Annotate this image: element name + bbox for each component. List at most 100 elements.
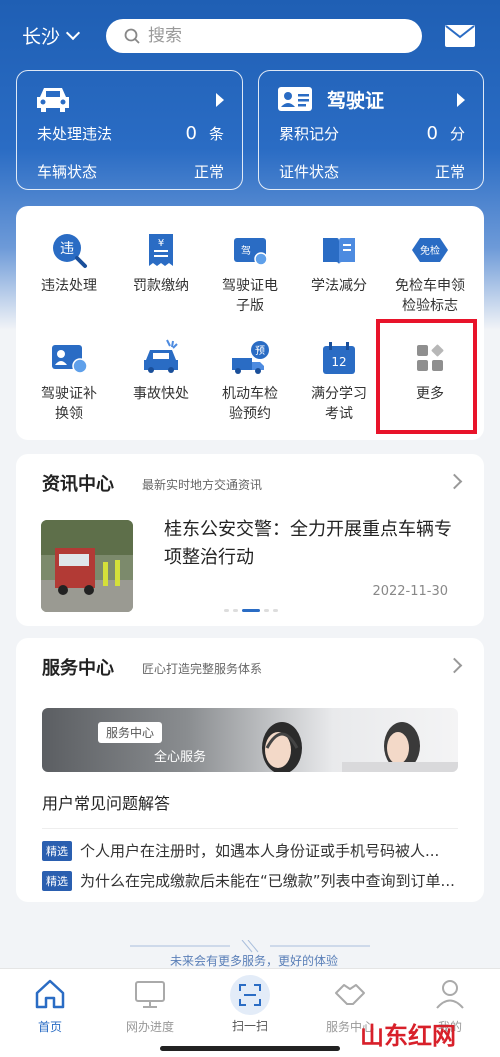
service-center-panel: 服务中心 匠心打造完整服务体系 服务中心 全心服务 用户常见问题解答 精选 个人… [16, 638, 484, 902]
home-indicator [160, 1046, 340, 1051]
service-fine-payment[interactable]: ¥ 罚款缴纳 [116, 230, 206, 296]
license-status-value: 正常 [434, 163, 465, 181]
news-center-title: 资讯中心 [42, 474, 114, 495]
service-label: 违法处理 [41, 278, 97, 294]
chevron-right-icon[interactable] [446, 657, 463, 674]
service-e-license[interactable]: 驾 驾驶证电 子版 [205, 230, 295, 316]
svg-text:预: 预 [255, 345, 265, 357]
vehicle-status-value: 正常 [193, 163, 224, 181]
slogan-text: 未来会有更多服务，更好的体验 [170, 954, 339, 968]
footer-slogan: 未来会有更多服务，更好的体验 [130, 940, 370, 970]
banner-text: 全心服务 [154, 750, 207, 765]
chevron-down-icon [65, 25, 81, 40]
carousel-dot [264, 609, 269, 612]
faq-title: 用户常见问题解答 [42, 794, 171, 813]
license-status-label: 证件状态 [279, 163, 340, 181]
license-icon [278, 87, 312, 111]
search-input[interactable] [148, 26, 368, 46]
id-card-swap-icon [52, 345, 88, 374]
arrow-right-icon [457, 93, 465, 107]
service-accident-quick[interactable]: 事故快处 [116, 338, 206, 404]
service-center-title: 服务中心 [42, 658, 114, 679]
news-date: 2022-11-30 [372, 584, 448, 599]
accumulated-points-label: 累积记分 [279, 125, 340, 143]
user-icon [436, 980, 464, 1009]
svg-text:违: 违 [60, 241, 74, 257]
faq-text: 为什么在完成缴款后未能在“已缴款”列表中查询到订单... [80, 872, 455, 890]
svg-text:12: 12 [331, 355, 346, 369]
service-label: 满分学习 [311, 386, 367, 402]
violation-card[interactable]: 未处理违法 0 条 车辆状态 正常 [16, 70, 243, 190]
receipt-icon: ¥ [149, 234, 173, 266]
svg-text:驾: 驾 [241, 245, 251, 257]
search-icon [124, 28, 140, 44]
tab-progress[interactable]: 网办进度 [110, 977, 190, 1035]
service-label: 罚款缴纳 [133, 278, 189, 294]
truck-booking-icon: 预 [232, 341, 269, 374]
banner-tag: 服务中心 [98, 722, 163, 743]
arrow-right-icon [216, 93, 224, 107]
count-unit: 条 [208, 125, 224, 143]
service-violation-handling[interactable]: 违 违法处理 [24, 230, 114, 296]
news-center-panel: 资讯中心 最新实时地方交通资讯 桂东公安交警：全力开展重点车辆专项整治行动 20… [16, 454, 484, 626]
service-full-score-study[interactable]: 12 满分学习 考试 [294, 338, 384, 424]
highlight-box [376, 319, 477, 434]
featured-tag: 精选 [42, 840, 72, 861]
monitor-icon [135, 981, 165, 1008]
service-label-line2: 检验标志 [402, 298, 458, 314]
license-title: 驾驶证 [327, 89, 385, 112]
points-unit: 分 [449, 125, 465, 143]
faq-item[interactable]: 精选 为什么在完成缴款后未能在“已缴款”列表中查询到订单... [42, 870, 456, 891]
search-bar[interactable] [106, 19, 422, 53]
e-license-icon: 驾 [234, 238, 268, 266]
news-center-subtitle: 最新实时地方交通资讯 [142, 478, 263, 492]
service-label-line2: 考试 [325, 406, 353, 422]
tab-label: 扫一扫 [231, 1019, 268, 1033]
city-selector[interactable]: 长沙 [22, 22, 81, 49]
news-thumbnail[interactable] [41, 520, 133, 612]
service-banner[interactable]: 服务中心 全心服务 [42, 708, 458, 772]
carousel-dot-active [242, 609, 260, 612]
mail-icon[interactable] [444, 24, 476, 48]
tab-home[interactable]: 首页 [10, 977, 90, 1035]
home-icon [35, 979, 65, 1009]
featured-tag: 精选 [42, 870, 72, 891]
faq-text: 个人用户在注册时，如遇本人身份证或手机号码被人... [80, 842, 440, 860]
unprocessed-violations-count: 0 [185, 123, 197, 144]
svg-text:¥: ¥ [158, 238, 164, 249]
scan-circle [230, 975, 270, 1015]
vehicle-status-label: 车辆状态 [37, 163, 98, 181]
book-icon [323, 238, 355, 264]
service-label: 事故快处 [133, 386, 189, 402]
chevron-right-icon[interactable] [446, 473, 463, 490]
service-license-replace[interactable]: 驾驶证补 换领 [24, 338, 114, 424]
violation-search-icon: 违 [53, 234, 87, 268]
service-label: 驾驶证补 [41, 386, 97, 402]
watermark: 山东红网 [360, 1022, 456, 1050]
service-inspection-booking[interactable]: 预 机动车检 验预约 [205, 338, 295, 424]
carousel-dot [273, 609, 278, 612]
scan-icon [239, 984, 261, 1006]
license-card[interactable]: 驾驶证 累积记分 0 分 证件状态 正常 [258, 70, 484, 190]
service-label: 学法减分 [311, 278, 367, 294]
service-study-points[interactable]: 学法减分 [294, 230, 384, 296]
top-bar: 长沙 [0, 16, 500, 56]
service-exempt-inspection[interactable]: 免检 免检车申领 检验标志 [385, 230, 475, 316]
service-label-line2: 换领 [55, 406, 83, 422]
handshake-icon [335, 984, 365, 1005]
unprocessed-violations-label: 未处理违法 [37, 125, 113, 143]
car-icon [37, 88, 69, 112]
faq-item[interactable]: 精选 个人用户在注册时，如遇本人身份证或手机号码被人... [42, 840, 456, 861]
service-center-subtitle: 匠心打造完整服务体系 [142, 662, 263, 676]
tab-scan[interactable]: 扫一扫 [210, 975, 290, 1034]
news-headline[interactable]: 桂东公安交警：全力开展重点车辆专项整治行动 [164, 516, 454, 572]
service-label-line2: 子版 [236, 298, 264, 314]
service-label: 免检车申领 [395, 278, 465, 294]
city-label: 长沙 [22, 26, 61, 48]
tab-label: 首页 [37, 1020, 62, 1034]
accumulated-points-value: 0 [426, 123, 438, 144]
svg-text:免检: 免检 [420, 244, 440, 257]
exempt-badge-icon: 免检 [412, 238, 448, 262]
service-label: 机动车检 [222, 386, 278, 402]
divider [42, 828, 458, 829]
